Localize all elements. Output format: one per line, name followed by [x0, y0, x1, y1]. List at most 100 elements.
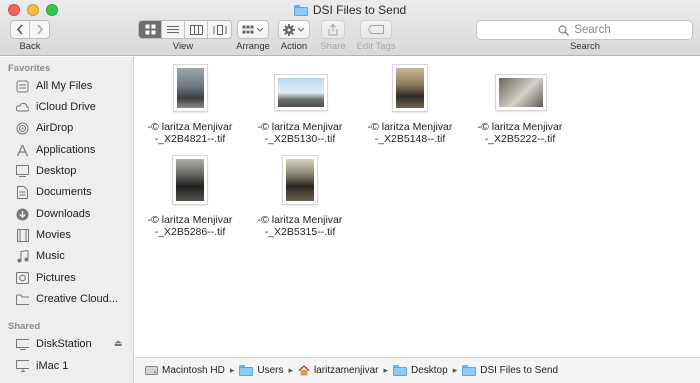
share-button[interactable] — [321, 20, 345, 39]
sidebar-item-label: AirDrop — [36, 122, 74, 134]
sidebar-item-airdrop[interactable]: AirDrop — [0, 118, 134, 138]
chevron-right-icon: ▸ — [452, 365, 458, 375]
search-field[interactable]: Search — [476, 20, 693, 40]
edit-tags-label: Edit Tags — [356, 41, 396, 52]
cloud-icon — [16, 101, 29, 114]
file-item[interactable]: -© laritza Menjivar -_X2B5222--.tif — [465, 63, 575, 153]
file-item[interactable]: -© laritza Menjivar -_X2B5286--.tif — [135, 156, 245, 246]
search-icon — [558, 24, 570, 36]
file-item[interactable]: -© laritza Menjivar -_X2B5130--.tif — [245, 63, 355, 153]
favorites-header: Favorites — [8, 63, 51, 74]
path-item-home[interactable]: laritzamenjivar — [298, 365, 378, 376]
sidebar-item-creative-cloud[interactable]: Creative Cloud... — [0, 289, 134, 309]
sidebar-item-movies[interactable]: Movies — [0, 225, 134, 245]
path-item-current-folder[interactable]: DSI Files to Send — [462, 365, 558, 376]
icon-view-button[interactable] — [139, 21, 162, 38]
sidebar-item-icloud-drive[interactable]: iCloud Drive — [0, 97, 134, 117]
sidebar-item-label: Creative Cloud... — [36, 293, 118, 305]
window-title-text: DSI Files to Send — [312, 3, 407, 17]
action-button[interactable] — [278, 20, 310, 39]
file-name: -© laritza Menjivar -_X2B5286--.tif — [135, 214, 245, 238]
path-item-label: Users — [257, 365, 284, 376]
tag-icon — [368, 25, 384, 34]
cover-flow-button[interactable] — [208, 21, 231, 38]
sidebar-item-label: All My Files — [36, 80, 93, 92]
list-icon — [167, 25, 179, 33]
arrange-button[interactable] — [237, 20, 269, 39]
toolbar: DSI Files to Send Back View Arrange Acti… — [0, 0, 700, 56]
sidebar-item-all-my-files[interactable]: All My Files — [0, 76, 134, 96]
view-label: View — [172, 41, 194, 52]
path-item-label: laritzamenjivar — [314, 365, 379, 376]
file-name: -© laritza Menjivar -_X2B5148--.tif — [355, 121, 465, 145]
file-name-line2: -_X2B5286--.tif — [154, 226, 226, 238]
file-thumbnail — [173, 156, 207, 204]
path-item-label: Desktop — [411, 365, 448, 376]
path-item-desktop[interactable]: Desktop — [393, 365, 448, 376]
downloads-icon — [16, 208, 29, 221]
applications-icon — [16, 144, 29, 157]
column-view-button[interactable] — [185, 21, 208, 38]
chevron-left-icon — [16, 24, 23, 35]
sidebar-item-imac[interactable]: iMac 1 — [0, 356, 134, 376]
window-title: DSI Files to Send — [0, 3, 700, 17]
file-name-line2: -_X2B5222--.tif — [484, 133, 556, 145]
imac-icon — [16, 360, 29, 373]
sidebar-item-documents[interactable]: Documents — [0, 182, 134, 202]
file-thumbnail — [283, 156, 317, 204]
sidebar: Favorites All My Files iCloud Drive AirD… — [0, 57, 134, 383]
path-item-label: Macintosh HD — [162, 365, 225, 376]
file-name: -© laritza Menjivar -_X2B5130--.tif — [245, 121, 355, 145]
sidebar-item-desktop[interactable]: Desktop — [0, 161, 134, 181]
sidebar-item-music[interactable]: Music — [0, 246, 134, 266]
documents-icon — [16, 185, 29, 199]
sidebar-item-downloads[interactable]: Downloads — [0, 204, 134, 224]
file-name-line1: -© laritza Menjivar — [147, 121, 233, 133]
sidebar-item-label: Music — [36, 250, 65, 262]
file-name-line1: -© laritza Menjivar — [257, 121, 343, 133]
sidebar-item-pictures[interactable]: Pictures — [0, 268, 134, 288]
back-button[interactable] — [11, 21, 30, 38]
chevron-right-icon: ▸ — [383, 365, 388, 375]
sidebar-item-label: iMac 1 — [36, 360, 69, 372]
view-mode-control — [138, 20, 232, 39]
file-browser: -© laritza Menjivar -_X2B4821--.tif -© l… — [135, 57, 700, 357]
eject-icon[interactable]: ⏏ — [114, 338, 123, 349]
folder-icon — [462, 365, 477, 376]
edit-tags-button[interactable] — [360, 20, 392, 39]
folder-icon — [239, 365, 254, 376]
all-files-icon — [16, 80, 29, 93]
forward-button[interactable] — [30, 21, 49, 38]
file-thumbnail — [174, 65, 207, 111]
share-icon — [328, 23, 338, 35]
file-name-line1: -© laritza Menjivar — [477, 121, 563, 133]
sidebar-item-label: Applications — [36, 144, 96, 156]
file-name: -© laritza Menjivar -_X2B4821--.tif — [135, 121, 245, 145]
file-item[interactable]: -© laritza Menjivar -_X2B4821--.tif — [135, 63, 245, 153]
sidebar-item-label: Desktop — [36, 165, 77, 177]
file-name: -© laritza Menjivar -_X2B5222--.tif — [465, 121, 575, 145]
file-thumbnail — [393, 65, 427, 111]
columns-icon — [189, 24, 203, 35]
path-item-macintosh-hd[interactable]: Macintosh HD — [145, 365, 225, 376]
sidebar-item-label: Documents — [36, 186, 92, 198]
cover-flow-icon — [213, 24, 226, 35]
folder-icon — [393, 365, 407, 376]
file-name: -© laritza Menjivar -_X2B5315--.tif — [245, 214, 355, 238]
file-item[interactable]: -© laritza Menjivar -_X2B5148--.tif — [355, 63, 465, 153]
share-label: Share — [320, 41, 346, 52]
music-icon — [16, 249, 29, 263]
sidebar-item-applications[interactable]: Applications — [0, 140, 134, 160]
pictures-icon — [16, 272, 29, 285]
file-item[interactable]: -© laritza Menjivar -_X2B5315--.tif — [245, 156, 355, 246]
search-label: Search — [569, 41, 601, 52]
chevron-right-icon: ▸ — [229, 365, 235, 375]
network-drive-icon — [16, 338, 29, 351]
arrange-label: Arrange — [236, 41, 270, 52]
file-thumbnail — [275, 75, 327, 110]
path-item-users[interactable]: Users — [239, 365, 283, 376]
file-thumbnail — [496, 75, 546, 110]
sidebar-item-label: Movies — [36, 229, 71, 241]
file-name-line1: -© laritza Menjivar — [367, 121, 453, 133]
list-view-button[interactable] — [162, 21, 185, 38]
